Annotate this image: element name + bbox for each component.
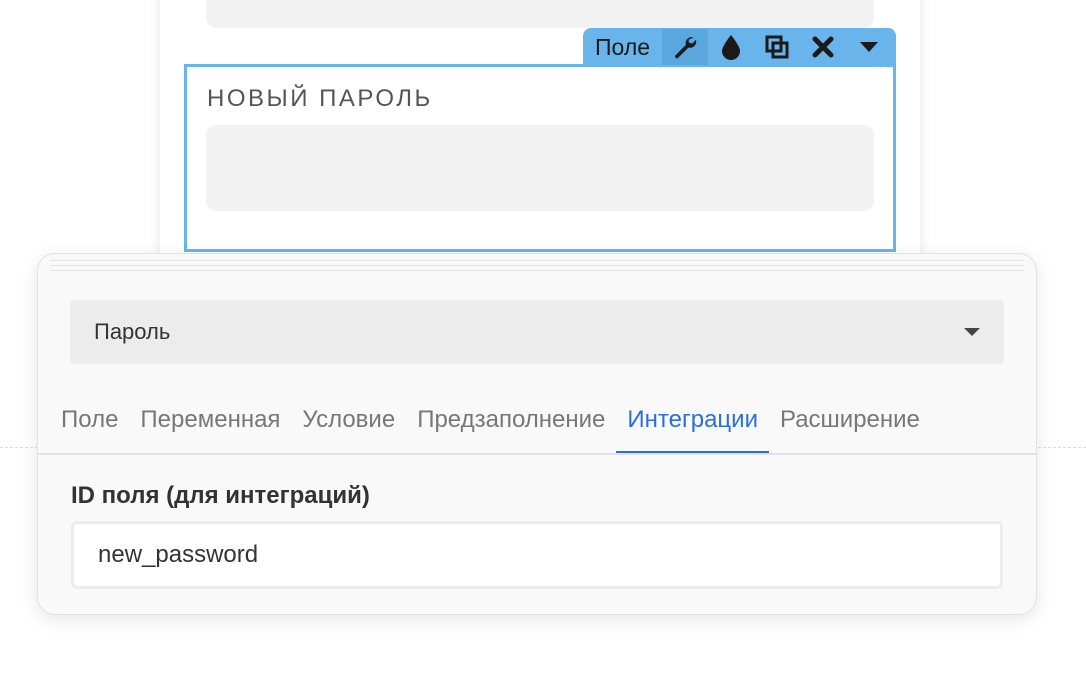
close-icon [812,36,834,58]
tab-field[interactable]: Поле [50,400,129,448]
duplicate-button[interactable] [754,29,800,65]
drop-icon [722,35,741,60]
caret-down-icon [964,328,980,336]
field-type-select[interactable]: Пароль [70,300,1004,364]
tabs-divider [38,453,1036,455]
field-id-label: ID поля (для интеграций) [71,482,370,509]
wrench-icon [675,37,697,59]
drag-handle[interactable] [50,260,1024,276]
field-label: НОВЫЙ ПАРОЛЬ [207,85,433,112]
style-button[interactable] [708,29,754,65]
password-input[interactable] [206,125,874,211]
settings-button[interactable] [662,29,709,65]
caret-down-icon [860,42,879,52]
field-type-value: Пароль [94,319,171,344]
toolbar-label: Поле [595,34,651,60]
previous-field-input[interactable] [206,0,874,28]
more-button[interactable] [846,29,892,65]
settings-tabs: Поле Переменная Условие Предзаполнение И… [50,400,931,454]
delete-button[interactable] [800,29,846,65]
selected-field[interactable]: НОВЫЙ ПАРОЛЬ [184,64,896,252]
tab-condition[interactable]: Условие [291,400,406,448]
tab-variable[interactable]: Переменная [129,400,291,448]
tab-integrations[interactable]: Интеграции [616,400,769,454]
tab-prefill[interactable]: Предзаполнение [406,400,616,448]
duplicate-icon [765,35,789,59]
tab-extension[interactable]: Расширение [769,400,931,448]
field-id-input[interactable] [71,521,1003,589]
field-settings-panel: Пароль Поле Переменная Условие Предзапол… [37,253,1037,615]
field-toolbar: Поле [583,28,896,66]
